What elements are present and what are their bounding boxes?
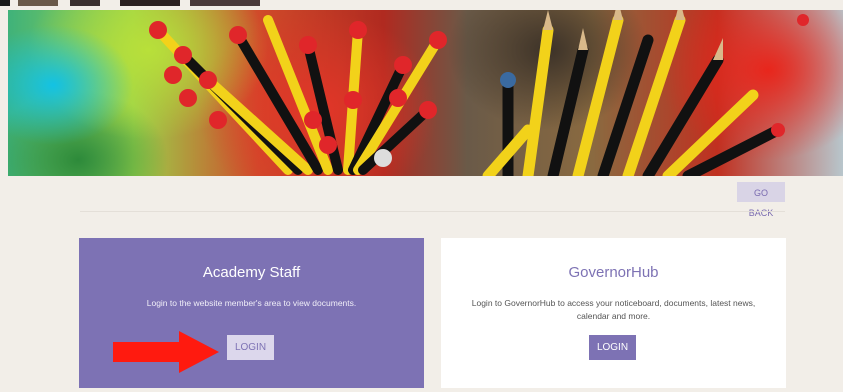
governorhub-login-button[interactable]: LOGIN — [589, 335, 636, 360]
governorhub-card: GovernorHub Login to GovernorHub to acce… — [441, 238, 786, 388]
go-back-button[interactable]: GO BACK — [737, 182, 785, 218]
red-arrow-icon — [113, 331, 219, 373]
card-title: GovernorHub — [568, 264, 659, 281]
academy-staff-login-button[interactable]: LOGIN — [227, 335, 274, 360]
pencils-image — [149, 10, 809, 176]
divider — [80, 211, 785, 212]
top-strip — [0, 0, 843, 10]
card-title: Academy Staff — [202, 264, 301, 281]
hero-banner — [8, 10, 843, 176]
card-description: Login to GovernorHub to access your noti… — [471, 298, 756, 321]
card-description: Login to the website member's area to vi… — [146, 298, 357, 308]
